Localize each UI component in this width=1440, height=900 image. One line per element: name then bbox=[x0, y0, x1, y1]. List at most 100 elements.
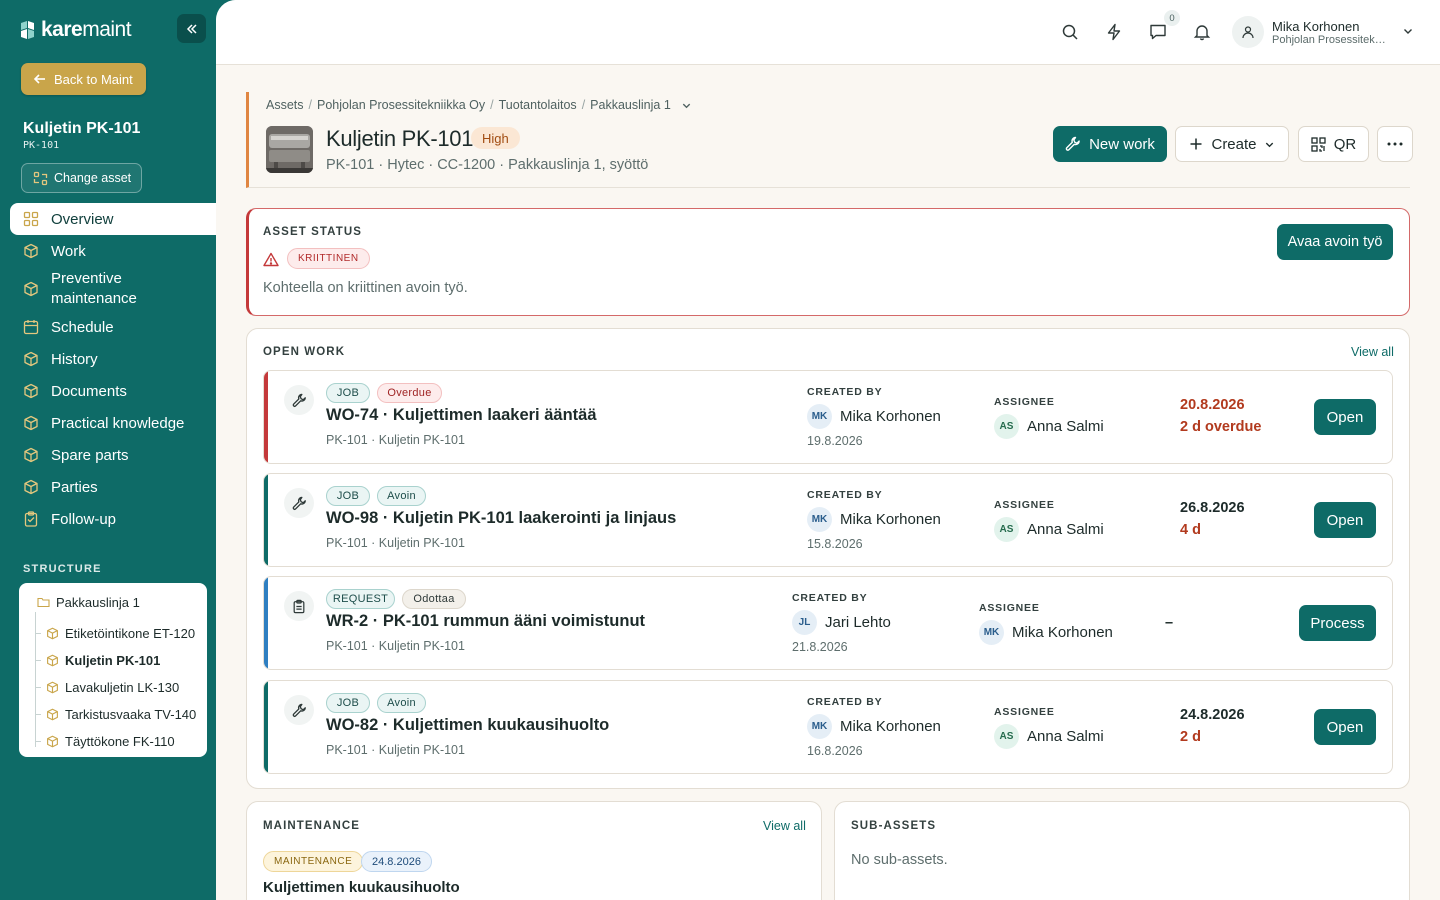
creator-name: Mika Korhonen bbox=[840, 408, 941, 425]
work-order-row[interactable]: JOB Avoin WO-82 · Kuljettimen kuukausihuol… bbox=[263, 680, 1393, 774]
assignee-label: ASSIGNEE bbox=[994, 706, 1055, 718]
assignee-label: ASSIGNEE bbox=[979, 602, 1040, 614]
sidebar-item-work[interactable]: Work bbox=[10, 235, 216, 267]
due-relative: 4 d bbox=[1180, 522, 1201, 538]
sidebar-item-spare-parts[interactable]: Spare parts bbox=[10, 439, 216, 471]
notifications-button[interactable] bbox=[1192, 22, 1212, 42]
warning-triangle-icon bbox=[263, 252, 279, 267]
qr-button[interactable]: QR bbox=[1298, 126, 1369, 162]
tree-item[interactable]: Etiketöintikone ET-120 bbox=[19, 612, 207, 647]
more-options-button[interactable] bbox=[1377, 126, 1413, 162]
work-order-row[interactable]: JOB Overdue WO-74 · Kuljettimen laakeri ää… bbox=[263, 370, 1393, 464]
work-order-row[interactable]: REQUEST Odottaa WR-2 · PK-101 rummun ääni … bbox=[263, 576, 1393, 670]
assignee-avatar: AS bbox=[994, 414, 1019, 439]
assignee-label: ASSIGNEE bbox=[994, 499, 1055, 511]
work-order-action-button[interactable]: Open bbox=[1314, 709, 1376, 745]
breadcrumb-item[interactable]: Tuotantolaitos bbox=[499, 98, 577, 112]
sidebar-item-practical-knowledge[interactable]: Practical knowledge bbox=[10, 407, 216, 439]
work-type-icon bbox=[284, 695, 314, 725]
work-order-row[interactable]: JOB Avoin WO-98 · Kuljetin PK-101 laakeroi… bbox=[263, 473, 1393, 567]
assignee: AS Anna Salmi bbox=[994, 724, 1104, 749]
sidebar-item-overview[interactable]: Overview bbox=[10, 203, 216, 235]
created-date: 15.8.2026 bbox=[807, 537, 863, 551]
sidebar-item-label: Overview bbox=[51, 210, 114, 228]
work-order-location: PK-101 · Kuljetin PK-101 bbox=[326, 433, 465, 447]
created-by-label: CREATED BY bbox=[807, 489, 883, 501]
row-status-stripe bbox=[264, 474, 268, 566]
quick-actions-button[interactable] bbox=[1104, 22, 1124, 42]
wrench-icon bbox=[292, 393, 306, 407]
cube-icon bbox=[24, 281, 38, 297]
work-order-title[interactable]: WR-2 · PK-101 rummun ääni voimistunut bbox=[326, 612, 645, 631]
tree-item[interactable]: Lavakuljetin LK-130 bbox=[19, 666, 207, 701]
chevron-down-icon[interactable] bbox=[681, 100, 692, 111]
creator-name: Jari Lehto bbox=[825, 614, 891, 631]
back-to-maint-button[interactable]: Back to Maint bbox=[21, 63, 146, 95]
search-icon bbox=[1062, 24, 1078, 40]
collapse-sidebar-button[interactable] bbox=[177, 14, 206, 43]
logo-text: karemaint bbox=[41, 18, 132, 42]
sidebar-item-documents[interactable]: Documents bbox=[10, 375, 216, 407]
wrench-icon bbox=[292, 703, 306, 717]
created-date: 19.8.2026 bbox=[807, 434, 863, 448]
sidebar-item-preventive-maintenance[interactable]: Preventive maintenance bbox=[10, 267, 216, 311]
asset-photo-icon bbox=[266, 126, 313, 173]
breadcrumb-item[interactable]: Pakkauslinja 1 bbox=[590, 98, 671, 112]
work-order-action-button[interactable]: Process bbox=[1299, 605, 1376, 641]
breadcrumb-item[interactable]: Pohjolan Prosessitekniikka Oy bbox=[317, 98, 485, 112]
tree-item[interactable]: Täyttökone FK-110 bbox=[19, 720, 207, 755]
structure-title: STRUCTURE bbox=[23, 563, 102, 575]
work-order-title[interactable]: WO-74 · Kuljettimen laakeri ääntää bbox=[326, 406, 597, 425]
breadcrumb-item[interactable]: Assets bbox=[266, 98, 304, 112]
open-work-view-all-link[interactable]: View all bbox=[1351, 345, 1394, 359]
chevron-down-icon bbox=[1404, 29, 1412, 34]
work-order-title[interactable]: WO-82 · Kuljettimen kuukausihuolto bbox=[326, 716, 609, 735]
messages-button[interactable] bbox=[1148, 22, 1168, 42]
work-order-title[interactable]: WO-98 · Kuljetin PK-101 laakerointi ja l… bbox=[326, 509, 676, 528]
sidebar-item-parties[interactable]: Parties bbox=[10, 471, 216, 503]
assignee: MK Mika Korhonen bbox=[979, 620, 1113, 645]
swap-icon bbox=[33, 171, 48, 185]
creator-avatar: JL bbox=[792, 610, 817, 635]
change-asset-button[interactable]: Change asset bbox=[21, 163, 142, 193]
tree-root[interactable]: Pakkauslinja 1 bbox=[19, 593, 207, 611]
folder-icon bbox=[37, 597, 50, 608]
grid-icon bbox=[23, 211, 39, 227]
maintenance-view-all-link[interactable]: View all bbox=[763, 819, 806, 833]
clipboard-icon bbox=[293, 599, 305, 613]
open-work-title: OPEN WORK bbox=[263, 346, 346, 358]
arrow-left-icon bbox=[33, 74, 45, 84]
clipboard-icon bbox=[24, 511, 38, 527]
search-button[interactable] bbox=[1060, 22, 1080, 42]
sidebar-item-schedule[interactable]: Schedule bbox=[10, 311, 216, 343]
assignee-name: Anna Salmi bbox=[1027, 418, 1104, 435]
open-critical-work-button[interactable]: Avaa avoin työ bbox=[1277, 224, 1393, 260]
new-work-button[interactable]: New work bbox=[1053, 126, 1167, 162]
asset-status-card: ASSET STATUS KRIITTINEN Kohteella on kri… bbox=[246, 208, 1410, 316]
status-description: Kohteella on kriittinen avoin työ. bbox=[263, 280, 468, 296]
tree-item[interactable]: Tarkistusvaaka TV-140 bbox=[19, 693, 207, 728]
work-order-location: PK-101 · Kuljetin PK-101 bbox=[326, 743, 465, 757]
sidebar-asset-code: PK-101 bbox=[23, 140, 60, 151]
tree-item-label: Lavakuljetin LK-130 bbox=[65, 680, 180, 695]
work-order-location: PK-101 · Kuljetin PK-101 bbox=[326, 536, 465, 550]
user-menu[interactable]: Mika Korhonen Pohjolan Prosessitekniikka… bbox=[1232, 16, 1418, 48]
work-order-location: PK-101 · Kuljetin PK-101 bbox=[326, 639, 465, 653]
create-dropdown-button[interactable]: Create bbox=[1175, 126, 1289, 162]
assignee-avatar: AS bbox=[994, 724, 1019, 749]
breadcrumb-separator: / bbox=[308, 98, 312, 112]
work-type-tag: JOB bbox=[326, 383, 370, 403]
tree-item[interactable]: Kuljetin PK-101 bbox=[19, 639, 207, 674]
plus-icon bbox=[1190, 138, 1202, 150]
sidebar-item-history[interactable]: History bbox=[10, 343, 216, 375]
maintenance-item-name[interactable]: Kuljettimen kuukausihuolto bbox=[263, 879, 460, 896]
sidebar-item-follow-up[interactable]: Follow-up bbox=[10, 503, 216, 535]
work-order-action-button[interactable]: Open bbox=[1314, 502, 1376, 538]
sidebar: karemaint Back to Maint Kuljetin PK-101 … bbox=[0, 0, 216, 900]
assignee-label: ASSIGNEE bbox=[994, 396, 1055, 408]
sub-assets-title: SUB-ASSETS bbox=[851, 820, 937, 832]
topbar: 0 Mika Korhonen Pohjolan Prosessitekniik… bbox=[216, 0, 1440, 65]
work-order-action-button[interactable]: Open bbox=[1314, 399, 1376, 435]
sidebar-item-label: Documents bbox=[51, 382, 127, 400]
sidebar-item-label: Preventive maintenance bbox=[51, 270, 137, 307]
